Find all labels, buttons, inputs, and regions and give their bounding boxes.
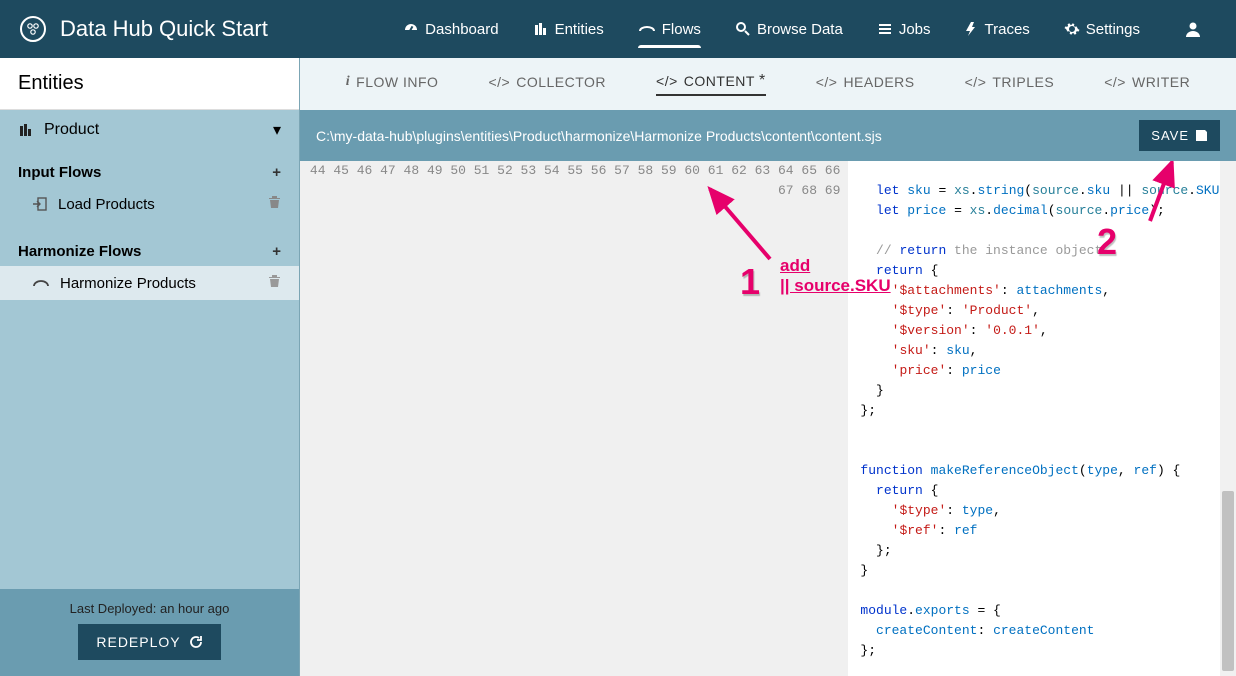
brand-icon bbox=[20, 16, 46, 42]
chart-icon bbox=[18, 122, 34, 138]
user-icon bbox=[1184, 20, 1202, 38]
nav-label: Settings bbox=[1086, 21, 1140, 38]
save-icon bbox=[1195, 129, 1208, 142]
tab-label: CONTENT bbox=[684, 73, 755, 89]
jobs-icon bbox=[877, 21, 893, 37]
code-icon: </> bbox=[816, 74, 838, 90]
sidebar-footer: Last Deployed: an hour ago REDEPLOY bbox=[0, 589, 299, 676]
top-nav: Data Hub Quick Start Dashboard Entities … bbox=[0, 0, 1236, 58]
nav-flows[interactable]: Flows bbox=[624, 0, 715, 58]
trash-icon bbox=[268, 195, 281, 209]
nav-items: Dashboard Entities Flows Browse Data Job… bbox=[389, 0, 1216, 58]
code-icon: </> bbox=[1104, 74, 1126, 90]
content-tabs: i FLOW INFO </> COLLECTOR </> CONTENT * … bbox=[300, 58, 1236, 110]
dirty-indicator: * bbox=[759, 72, 766, 90]
input-flow-item[interactable]: Load Products bbox=[0, 187, 299, 221]
flow-label: Load Products bbox=[58, 196, 155, 213]
brand: Data Hub Quick Start bbox=[20, 16, 268, 42]
chevron-down-icon: ▾ bbox=[273, 120, 281, 140]
search-icon bbox=[735, 21, 751, 37]
delete-flow-button[interactable] bbox=[268, 195, 281, 213]
vertical-scrollbar[interactable] bbox=[1220, 161, 1236, 676]
content-pane: i FLOW INFO </> COLLECTOR </> CONTENT * … bbox=[300, 58, 1236, 676]
save-button[interactable]: SAVE bbox=[1139, 120, 1220, 151]
tab-collector[interactable]: </> COLLECTOR bbox=[488, 72, 606, 96]
section-label: Harmonize Flows bbox=[18, 243, 141, 260]
add-harmonize-flow-button[interactable]: + bbox=[272, 243, 281, 260]
tab-flow-info[interactable]: i FLOW INFO bbox=[346, 72, 439, 96]
nav-label: Flows bbox=[662, 21, 701, 38]
code-area[interactable]: let sku = xs.string(source.sku || source… bbox=[848, 161, 1236, 676]
nav-label: Traces bbox=[985, 21, 1030, 38]
refresh-icon bbox=[189, 635, 203, 649]
tab-triples[interactable]: </> TRIPLES bbox=[965, 72, 1055, 96]
last-deployed-text: Last Deployed: an hour ago bbox=[0, 601, 299, 616]
flows-icon bbox=[638, 21, 656, 37]
nav-label: Jobs bbox=[899, 21, 931, 38]
code-icon: </> bbox=[488, 74, 510, 90]
filepath-bar: C:\my-data-hub\plugins\entities\Product\… bbox=[300, 110, 1236, 161]
nav-browse[interactable]: Browse Data bbox=[721, 0, 857, 58]
nav-settings[interactable]: Settings bbox=[1050, 0, 1154, 58]
annotation-2-arrow bbox=[1140, 161, 1190, 226]
nav-traces[interactable]: Traces bbox=[951, 0, 1044, 58]
annotation-1-arrow bbox=[700, 179, 780, 269]
input-flows-title: Input Flows + bbox=[0, 158, 299, 187]
redeploy-button[interactable]: REDEPLOY bbox=[78, 624, 220, 660]
code-editor[interactable]: 44 45 46 47 48 49 50 51 52 53 54 55 56 5… bbox=[300, 161, 1236, 676]
sidebar: Entities Product ▾ Input Flows + Load Pr… bbox=[0, 58, 300, 676]
nav-label: Dashboard bbox=[425, 21, 498, 38]
nav-label: Entities bbox=[555, 21, 604, 38]
flow-icon bbox=[32, 276, 50, 290]
code-icon: </> bbox=[965, 74, 987, 90]
tab-label: FLOW INFO bbox=[356, 74, 438, 90]
nav-entities[interactable]: Entities bbox=[519, 0, 618, 58]
tab-headers[interactable]: </> HEADERS bbox=[816, 72, 915, 96]
traces-icon bbox=[965, 21, 979, 37]
entity-header[interactable]: Product ▾ bbox=[0, 110, 299, 150]
add-input-flow-button[interactable]: + bbox=[272, 164, 281, 181]
tab-writer[interactable]: </> WRITER bbox=[1104, 72, 1190, 96]
dashboard-icon bbox=[403, 21, 419, 37]
nav-dashboard[interactable]: Dashboard bbox=[389, 0, 512, 58]
trash-icon bbox=[268, 274, 281, 288]
redeploy-label: REDEPLOY bbox=[96, 634, 180, 650]
tab-label: HEADERS bbox=[843, 74, 914, 90]
tab-label: WRITER bbox=[1132, 74, 1190, 90]
harmonize-flow-item[interactable]: Harmonize Products bbox=[0, 266, 299, 300]
import-icon bbox=[32, 196, 48, 212]
save-label: SAVE bbox=[1151, 128, 1189, 143]
nav-user[interactable] bbox=[1170, 0, 1216, 58]
entities-icon bbox=[533, 21, 549, 37]
nav-label: Browse Data bbox=[757, 21, 843, 38]
brand-title: Data Hub Quick Start bbox=[60, 16, 268, 42]
section-label: Input Flows bbox=[18, 164, 101, 181]
main-area: Entities Product ▾ Input Flows + Load Pr… bbox=[0, 58, 1236, 676]
nav-jobs[interactable]: Jobs bbox=[863, 0, 945, 58]
filepath-text: C:\my-data-hub\plugins\entities\Product\… bbox=[316, 128, 882, 144]
tab-label: COLLECTOR bbox=[516, 74, 606, 90]
scrollbar-thumb[interactable] bbox=[1222, 491, 1234, 671]
flow-label: Harmonize Products bbox=[60, 275, 196, 292]
tab-label: TRIPLES bbox=[992, 74, 1054, 90]
info-icon: i bbox=[346, 74, 350, 90]
input-flows-section: Input Flows + Load Products bbox=[0, 150, 299, 229]
sidebar-header: Entities bbox=[0, 58, 299, 110]
code-icon: </> bbox=[656, 73, 678, 89]
delete-flow-button[interactable] bbox=[268, 274, 281, 292]
entity-name: Product bbox=[44, 121, 99, 139]
tab-content[interactable]: </> CONTENT * bbox=[656, 72, 766, 96]
harmonize-flows-section: Harmonize Flows + Harmonize Products bbox=[0, 229, 299, 308]
gear-icon bbox=[1064, 21, 1080, 37]
harmonize-flows-title: Harmonize Flows + bbox=[0, 237, 299, 266]
